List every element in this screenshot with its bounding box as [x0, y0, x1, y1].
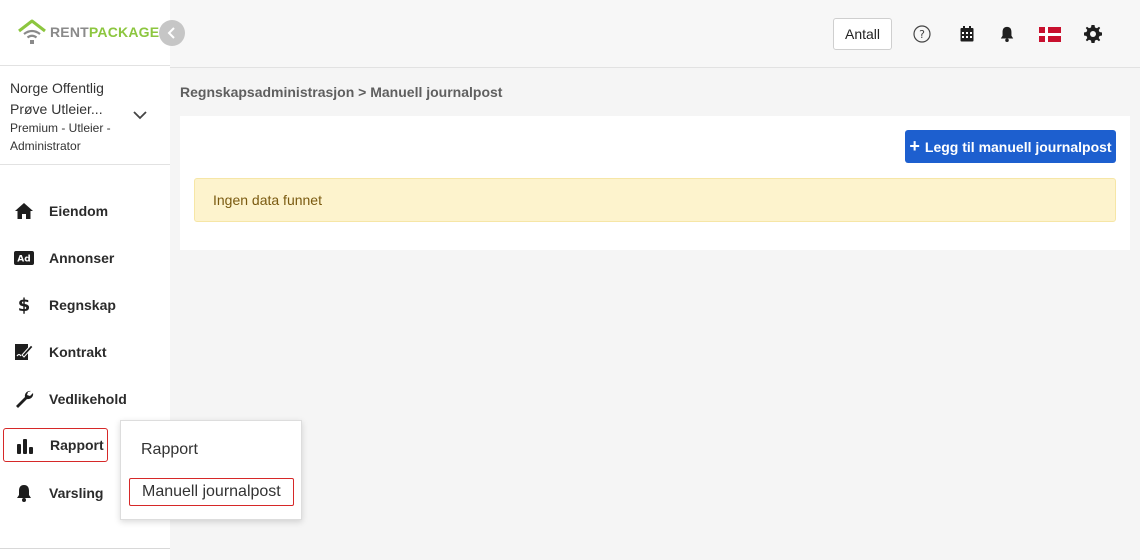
sidebar-collapse-button[interactable] — [159, 20, 185, 46]
account-name: Norge Offentlig Prøve Utleier... — [10, 80, 104, 117]
chevron-left-icon — [167, 27, 175, 39]
sidebar-item-kontrakt[interactable]: Kontrakt — [3, 335, 108, 369]
svg-text:?: ? — [919, 28, 925, 41]
ad-icon: Ad — [14, 248, 34, 268]
sidebar-item-label: Rapport — [50, 437, 104, 453]
logo[interactable]: RENTPACKAGE — [17, 19, 159, 45]
home-icon — [14, 201, 34, 221]
bell-icon — [14, 483, 34, 503]
svg-text:$: $ — [18, 295, 31, 315]
sidebar-item-label: Vedlikehold — [49, 391, 127, 407]
gear-icon[interactable] — [1083, 24, 1103, 44]
account-role: Premium - Utleier - Administrator — [10, 121, 111, 153]
flag-icon[interactable] — [1039, 24, 1061, 44]
sidebar-item-label: Kontrakt — [49, 344, 107, 360]
sidebar-item-rapport[interactable]: Rapport — [3, 428, 108, 462]
calendar-icon[interactable] — [957, 24, 977, 44]
sidebar-item-eiendom[interactable]: Eiendom — [3, 194, 108, 228]
plus-icon: + — [909, 136, 920, 156]
logo-wifi-icon — [18, 19, 46, 44]
logo-text: RENTPACKAGE — [50, 24, 159, 40]
logo-area: RENTPACKAGE — [0, 0, 170, 66]
bar-chart-icon — [15, 436, 35, 456]
content-card: + Legg til manuell journalpost Ingen dat… — [180, 116, 1130, 250]
sidebar-item-label: Eiendom — [49, 203, 109, 219]
sidebar-item-label: Regnskap — [49, 297, 116, 313]
sidebar-item-regnskap[interactable]: $ Regnskap — [3, 288, 116, 322]
rapport-submenu: Rapport Manuell journalpost — [120, 420, 302, 520]
sidebar-item-vedlikehold[interactable]: Vedlikehold — [3, 382, 127, 416]
sidebar-item-annonser[interactable]: Ad Annonser — [3, 241, 114, 275]
chevron-down-icon[interactable] — [132, 109, 148, 121]
wrench-icon — [14, 389, 34, 409]
antall-button[interactable]: Antall — [833, 18, 892, 50]
add-button-label: Legg til manuell journalpost — [924, 138, 1112, 155]
add-manual-journal-entry-button[interactable]: + Legg til manuell journalpost — [905, 130, 1116, 163]
logo-text-package: PACKAGE — [88, 24, 160, 40]
sidebar-divider — [0, 548, 170, 549]
dollar-icon: $ — [14, 295, 34, 315]
notification-bell-icon[interactable] — [997, 24, 1017, 44]
account-switcher[interactable]: Norge Offentlig Prøve Utleier... Premium… — [0, 66, 170, 165]
contract-icon — [14, 342, 34, 362]
help-icon[interactable]: ? — [912, 24, 932, 44]
sidebar-item-label: Annonser — [49, 250, 115, 266]
submenu-item-rapport[interactable]: Rapport — [129, 436, 210, 464]
logo-text-rent: RENT — [50, 24, 89, 40]
empty-state-alert: Ingen data funnet — [194, 178, 1116, 222]
sidebar-item-varsling[interactable]: Varsling — [3, 476, 108, 510]
top-header: Antall ? — [170, 0, 1140, 68]
svg-text:Ad: Ad — [17, 255, 30, 265]
breadcrumb: Regnskapsadministrasjon > Manuell journa… — [180, 84, 503, 100]
submenu-item-manuell-journalpost[interactable]: Manuell journalpost — [129, 478, 294, 506]
sidebar-item-label: Varsling — [49, 485, 104, 501]
